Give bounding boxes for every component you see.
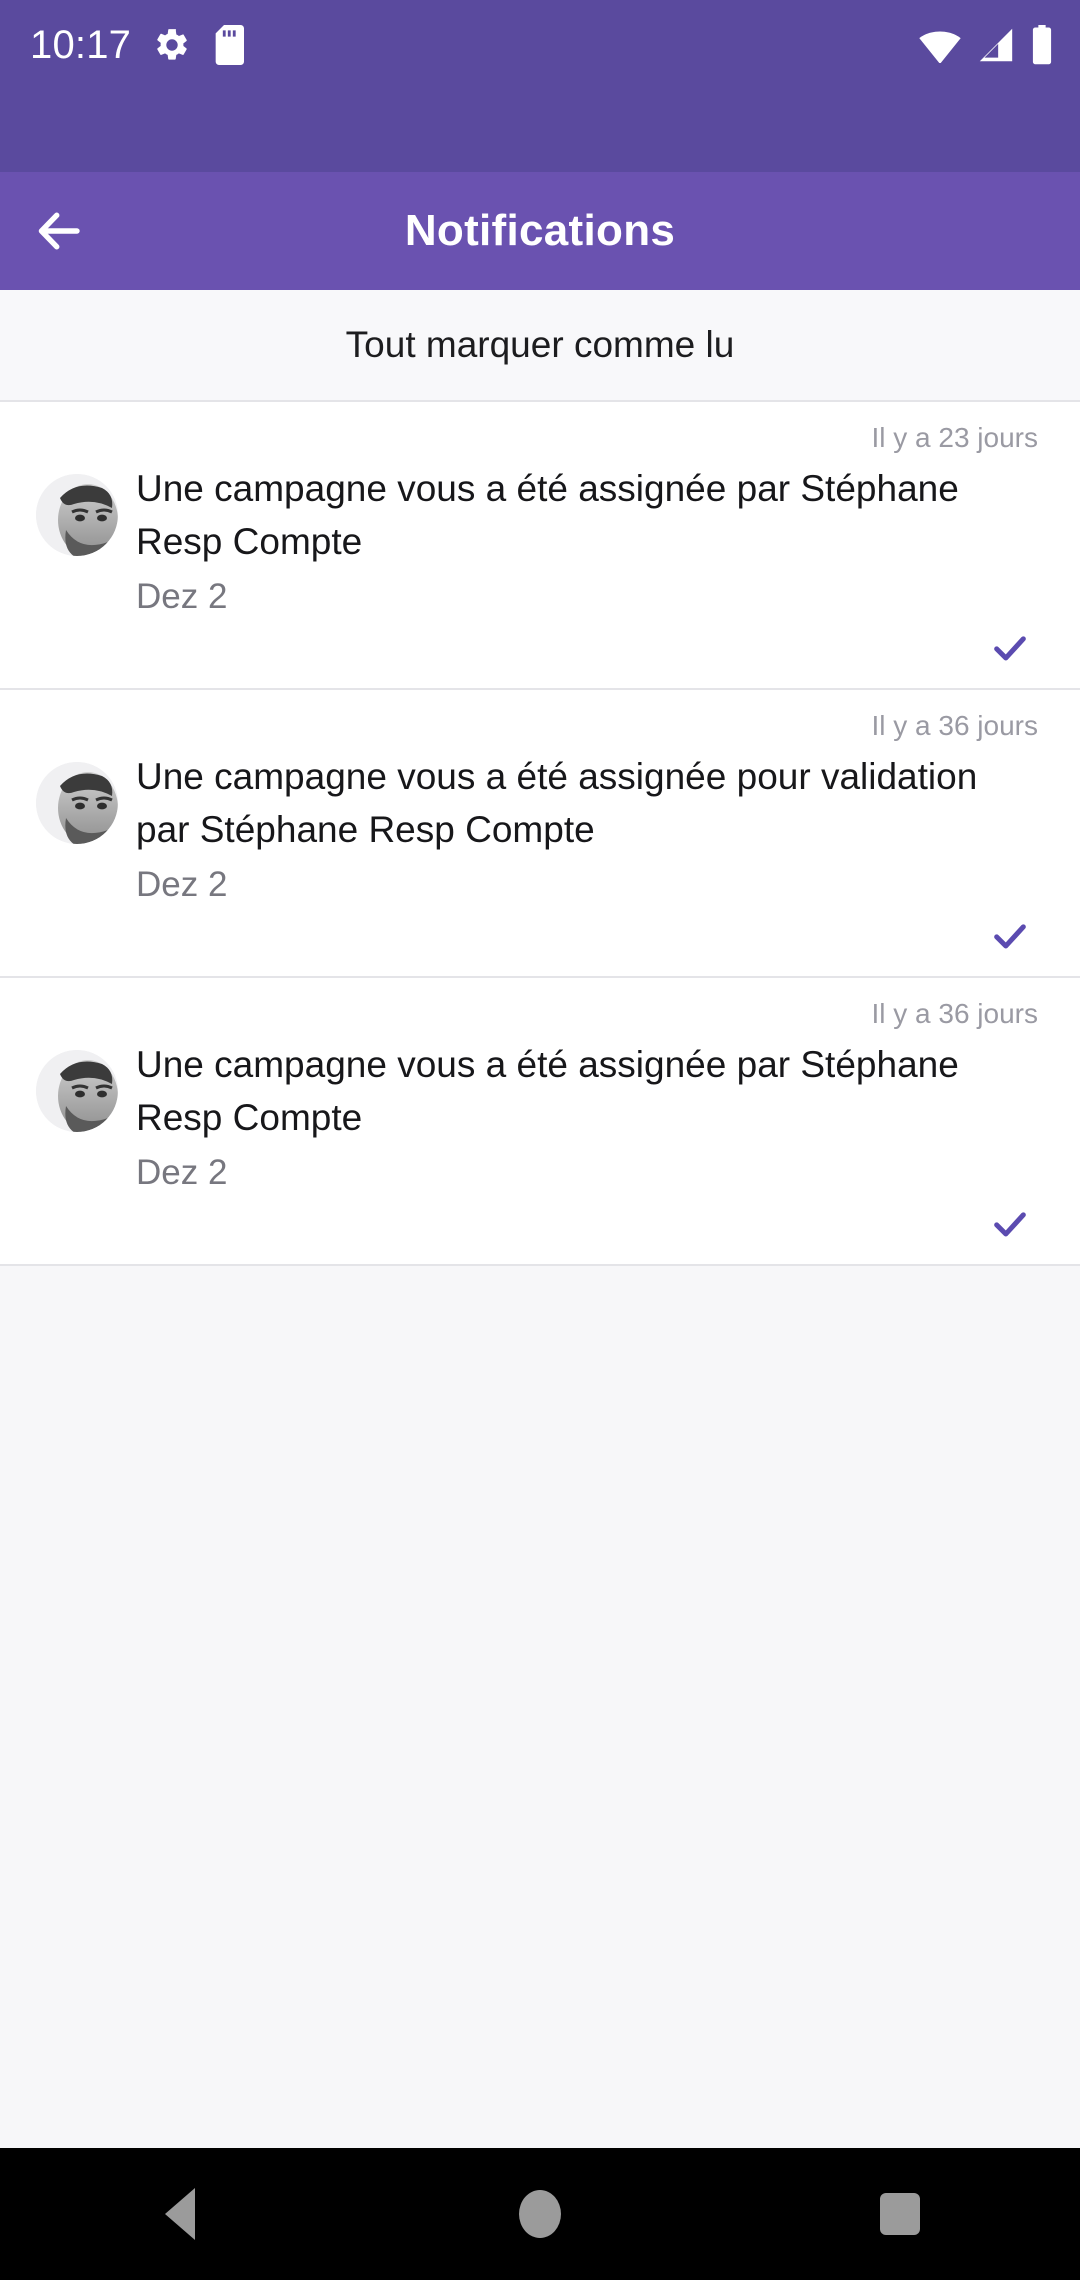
back-triangle-icon <box>165 2188 195 2240</box>
notification-body: Une campagne vous a été assignée pour va… <box>22 746 1058 910</box>
notification-list: Il y a 23 jours Une campagne vous a été … <box>0 402 1080 2148</box>
avatar <box>36 1050 118 1132</box>
cellular-signal-icon <box>976 27 1016 63</box>
notification-action-row <box>22 622 1058 680</box>
notification-item[interactable]: Il y a 23 jours Une campagne vous a été … <box>0 402 1080 690</box>
gear-icon <box>153 26 191 64</box>
app-bar: Notifications <box>0 172 1080 290</box>
android-navigation-bar <box>0 2148 1080 2280</box>
avatar <box>36 762 118 844</box>
check-icon <box>990 628 1030 668</box>
status-bar-right-group <box>918 0 1054 90</box>
check-icon <box>990 1204 1030 1244</box>
notification-item[interactable]: Il y a 36 jours Une campagne vous a été … <box>0 978 1080 1266</box>
notification-message: Une campagne vous a été assignée par Sté… <box>136 1044 959 1138</box>
notification-subtitle: Dez 2 <box>136 577 228 616</box>
mark-read-button[interactable] <box>984 1202 1036 1246</box>
nav-home-button[interactable] <box>450 2148 630 2280</box>
notification-text-group: Une campagne vous a été assignée par Sté… <box>136 462 1058 622</box>
notification-timestamp: Il y a 23 jours <box>871 422 1038 453</box>
notification-timestamp: Il y a 36 jours <box>871 998 1038 1029</box>
phone-screen: 10:17 Notifications Tout marquer comme l… <box>0 0 1080 2280</box>
mark-all-read-label: Tout marquer comme lu <box>345 324 735 365</box>
home-circle-icon <box>519 2190 561 2238</box>
recents-square-icon <box>880 2193 920 2235</box>
sd-card-icon <box>213 25 245 65</box>
page-title: Notifications <box>404 206 676 255</box>
notification-action-row <box>22 910 1058 968</box>
mark-read-button[interactable] <box>984 914 1036 958</box>
notification-text-group: Une campagne vous a été assignée par Sté… <box>136 1038 1058 1198</box>
nav-recents-button[interactable] <box>810 2148 990 2280</box>
avatar <box>36 474 118 556</box>
notification-message: Une campagne vous a été assignée par Sté… <box>136 468 959 562</box>
mark-read-button[interactable] <box>984 626 1036 670</box>
check-icon <box>990 916 1030 956</box>
notification-subtitle: Dez 2 <box>136 865 228 904</box>
notification-body: Une campagne vous a été assignée par Sté… <box>22 1034 1058 1198</box>
arrow-left-icon <box>32 204 86 258</box>
nav-back-button[interactable] <box>90 2148 270 2280</box>
notification-item[interactable]: Il y a 36 jours Une campagne vous a été … <box>0 690 1080 978</box>
notification-subtitle: Dez 2 <box>136 1153 228 1192</box>
back-button[interactable] <box>0 172 118 290</box>
notification-text-group: Une campagne vous a été assignée pour va… <box>136 750 1058 910</box>
mark-all-read-button[interactable]: Tout marquer comme lu <box>0 290 1080 402</box>
status-bar-left-group: 10:17 <box>30 0 245 90</box>
notification-timestamp: Il y a 36 jours <box>871 710 1038 741</box>
battery-icon <box>1030 25 1054 65</box>
notification-message: Une campagne vous a été assignée pour va… <box>136 756 978 850</box>
notification-action-row <box>22 1198 1058 1256</box>
status-bar: 10:17 <box>0 0 1080 172</box>
notification-body: Une campagne vous a été assignée par Sté… <box>22 458 1058 622</box>
status-bar-clock: 10:17 <box>30 23 132 67</box>
wifi-icon <box>918 27 962 63</box>
